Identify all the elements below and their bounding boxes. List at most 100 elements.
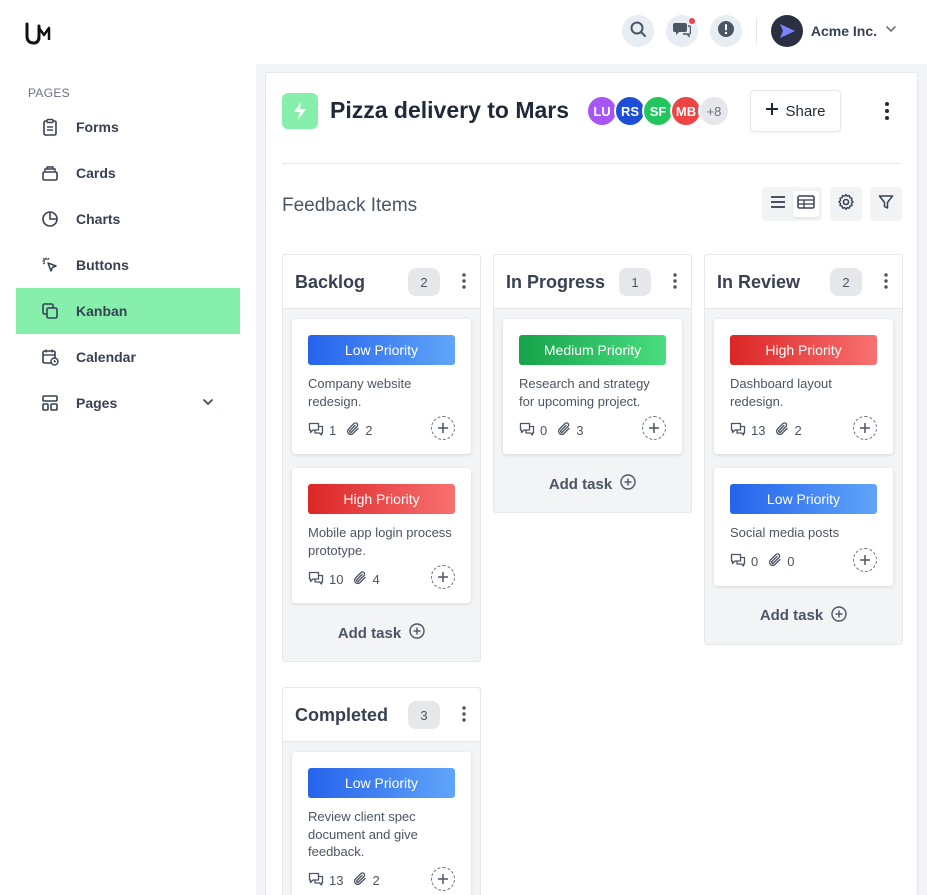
sidebar-item-cards[interactable]: Cards — [16, 150, 240, 196]
add-task-button[interactable]: Add task — [714, 596, 893, 636]
assign-member-button[interactable] — [853, 547, 877, 572]
column-title: In Review — [717, 272, 801, 292]
comment-icon — [730, 553, 746, 570]
column-body: High Priority Dashboard layout redesign.… — [705, 309, 902, 636]
topbar-actions: Acme Inc. — [621, 15, 897, 47]
paperclip-icon — [346, 421, 360, 439]
member-avatars[interactable]: LU RS SF MB +8 — [586, 95, 730, 127]
list-view-button[interactable] — [765, 191, 791, 217]
comments-value: 1 — [329, 422, 337, 438]
filter-button[interactable] — [870, 187, 902, 221]
share-button[interactable]: Share — [750, 90, 841, 132]
assign-member-button[interactable] — [642, 416, 666, 440]
comments-value: 10 — [329, 571, 344, 587]
sidebar-item-kanban[interactable]: Kanban — [16, 288, 240, 334]
more-vertical-icon — [884, 101, 890, 126]
column-menu-button[interactable] — [884, 273, 888, 294]
task-description: Social media posts — [730, 525, 840, 540]
attachments-value: 4 — [372, 571, 380, 587]
task-card[interactable]: High Priority Mobile app login process p… — [292, 468, 471, 603]
section-title: Feedback Items — [282, 195, 418, 216]
task-card[interactable]: Low Priority Review client spec document… — [292, 752, 471, 895]
comments-count: 1 — [308, 422, 336, 439]
sidebar-item-calendar[interactable]: Calendar — [16, 334, 240, 380]
assign-member-button[interactable] — [431, 416, 455, 440]
task-description: Company website redesign. — [308, 376, 412, 409]
task-card[interactable]: Medium Priority Research and strategy fo… — [503, 319, 682, 454]
chevron-down-icon[interactable] — [202, 395, 214, 411]
column-count-badge: 1 — [619, 268, 651, 296]
paperclip-icon — [353, 570, 367, 588]
comments-count: 0 — [730, 553, 758, 570]
column-menu-button[interactable] — [462, 273, 466, 294]
comment-icon — [308, 571, 324, 588]
brand-logo[interactable] — [24, 18, 52, 46]
board-view-button[interactable] — [793, 191, 819, 217]
task-card[interactable]: Low Priority Company website redesign. 1… — [292, 319, 471, 454]
priority-badge: Low Priority — [730, 484, 877, 514]
column-title: In Progress — [506, 272, 606, 292]
attachments-value: 3 — [576, 422, 584, 438]
assign-member-button[interactable] — [853, 416, 877, 440]
column-header: Backlog 2 — [283, 255, 480, 309]
column-header: Completed 3 — [283, 688, 480, 742]
priority-badge: High Priority — [308, 484, 455, 514]
priority-badge: Low Priority — [308, 768, 455, 798]
task-description: Dashboard layout redesign. — [730, 376, 832, 409]
topbar-divider — [755, 18, 757, 44]
comments-count: 0 — [519, 422, 547, 439]
sidebar-item-label: Charts — [76, 211, 121, 227]
alerts-button[interactable] — [709, 15, 742, 47]
pie-chart-icon — [40, 209, 60, 229]
search-button[interactable] — [621, 15, 654, 47]
page-title: Pizza delivery to Mars — [330, 97, 570, 123]
column-body: Medium Priority Research and strategy fo… — [494, 309, 691, 504]
kanban-panel: Pizza delivery to Mars LU RS SF MB +8 Sh… — [265, 72, 918, 895]
sidebar-item-pages[interactable]: Pages — [16, 380, 240, 426]
plus-circle-icon — [409, 623, 425, 643]
task-card[interactable]: Low Priority Social media posts 0 0 — [714, 468, 893, 586]
project-menu-button[interactable] — [873, 99, 901, 127]
share-label: Share — [785, 102, 826, 120]
attachments-count: 3 — [557, 421, 584, 439]
kanban-column-in-progress: In Progress 1 Medium Priority Research a… — [493, 254, 692, 513]
sidebar-item-label: Pages — [76, 395, 118, 411]
column-count-badge: 3 — [408, 701, 440, 729]
sidebar-item-buttons[interactable]: Buttons — [16, 242, 240, 288]
attachments-count: 2 — [353, 872, 380, 889]
sidebar-item-label: Calendar — [76, 349, 136, 365]
task-description: Review client spec document and give fee… — [308, 809, 418, 859]
sidebar-item-forms[interactable]: Forms — [16, 104, 240, 150]
more-members-badge[interactable]: +8 — [698, 95, 730, 127]
add-task-label: Add task — [337, 624, 402, 642]
column-title: Completed — [295, 705, 389, 725]
task-description: Mobile app login process prototype. — [308, 525, 452, 558]
account-menu[interactable]: Acme Inc. — [770, 15, 897, 47]
column-menu-button[interactable] — [673, 273, 677, 294]
priority-badge: Low Priority — [308, 335, 455, 365]
alert-circle-icon — [717, 20, 735, 43]
attachments-value: 2 — [794, 422, 802, 438]
assign-member-button[interactable] — [431, 866, 455, 891]
column-title: Backlog — [295, 272, 366, 292]
comment-icon — [730, 422, 746, 439]
column-header: In Progress 1 — [494, 255, 691, 309]
comments-value: 0 — [751, 554, 759, 569]
column-header: In Review 2 — [705, 255, 902, 309]
sidebar-item-charts[interactable]: Charts — [16, 196, 240, 242]
column-menu-button[interactable] — [462, 706, 466, 727]
task-card[interactable]: High Priority Dashboard layout redesign.… — [714, 319, 893, 454]
attachments-value: 0 — [787, 554, 795, 569]
calendar-icon — [40, 347, 60, 367]
messages-button[interactable] — [665, 15, 698, 47]
add-task-button[interactable]: Add task — [292, 613, 471, 653]
attachments-value: 2 — [372, 873, 380, 888]
gear-icon — [837, 193, 855, 216]
add-task-button[interactable]: Add task — [503, 464, 682, 504]
assign-member-button[interactable] — [431, 565, 455, 589]
copy-icon — [40, 301, 60, 321]
notification-dot — [688, 18, 695, 24]
paperclip-icon — [557, 421, 571, 439]
settings-button[interactable] — [830, 187, 862, 221]
attachments-count: 2 — [346, 421, 372, 439]
